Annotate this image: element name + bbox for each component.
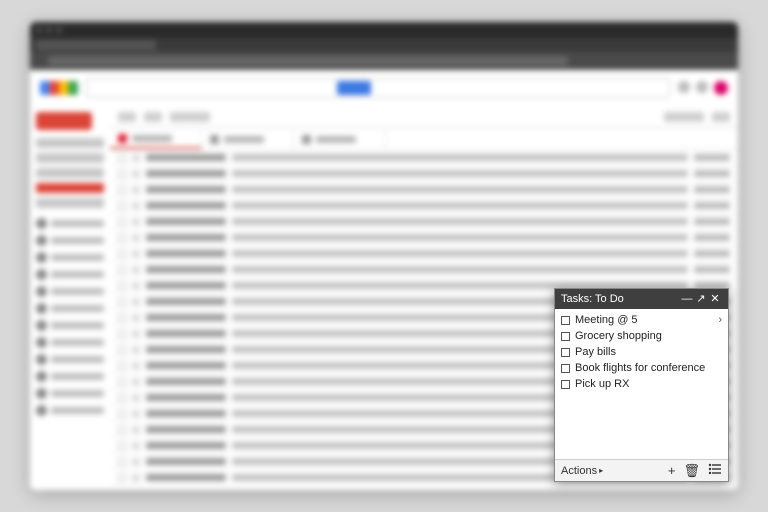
task-checkbox[interactable] (561, 316, 570, 325)
delete-task-icon[interactable]: 🗑 (683, 463, 700, 479)
tab-primary[interactable] (110, 129, 202, 149)
more-button[interactable] (170, 112, 210, 122)
mail-row[interactable] (110, 198, 738, 214)
task-checkbox[interactable] (561, 380, 570, 389)
task-checkbox[interactable] (561, 332, 570, 341)
mail-row[interactable] (110, 214, 738, 230)
task-item[interactable]: Pay bills (555, 344, 728, 360)
sidebar-item[interactable] (36, 153, 104, 163)
task-checkbox[interactable] (561, 348, 570, 357)
search-input[interactable] (86, 78, 670, 98)
tasks-title: Tasks: To Do (561, 293, 680, 305)
mail-row[interactable] (110, 486, 738, 490)
task-list-menu-icon[interactable] (708, 463, 722, 478)
gmail-header (30, 70, 738, 106)
task-label: Pay bills (575, 346, 722, 358)
select-checkbox[interactable] (118, 112, 136, 122)
settings-icon[interactable] (712, 112, 730, 122)
tab-promotions[interactable] (294, 129, 386, 149)
mail-row[interactable] (110, 166, 738, 182)
hangouts-list (36, 218, 104, 416)
mail-row[interactable] (110, 182, 738, 198)
task-item[interactable]: Meeting @ 5 › (555, 312, 728, 328)
task-label: Meeting @ 5 (575, 314, 713, 326)
avatar[interactable] (714, 81, 728, 95)
sidebar-item[interactable] (36, 168, 104, 178)
os-titlebar (30, 22, 738, 38)
compose-button[interactable] (36, 112, 92, 130)
task-item[interactable]: Book flights for conference (555, 360, 728, 376)
browser-tabbar (30, 38, 738, 52)
apps-icon[interactable] (678, 81, 690, 93)
task-label: Pick up RX (575, 378, 722, 390)
sidebar-item[interactable] (36, 183, 104, 193)
actions-label: Actions (561, 465, 597, 477)
refresh-button[interactable] (144, 112, 162, 122)
tab-social[interactable] (202, 129, 294, 149)
mail-row[interactable] (110, 246, 738, 262)
pager[interactable] (664, 112, 704, 122)
chevron-right-icon: ▸ (599, 466, 603, 475)
minimize-icon[interactable]: — (680, 294, 694, 305)
task-item[interactable]: Grocery shopping (555, 328, 728, 344)
task-label: Grocery shopping (575, 330, 722, 342)
sidebar (30, 106, 110, 490)
category-tabs (110, 128, 738, 150)
sidebar-item[interactable] (36, 198, 104, 208)
mail-row[interactable] (110, 150, 738, 166)
google-logo (40, 81, 78, 95)
sidebar-item[interactable] (36, 138, 104, 148)
tasks-list: Meeting @ 5 › Grocery shopping Pay bills Boo… (555, 309, 728, 459)
tasks-header[interactable]: Tasks: To Do — ↗ ✕ (555, 289, 728, 309)
add-task-icon[interactable]: + (668, 463, 676, 478)
mail-row[interactable] (110, 262, 738, 278)
tasks-popup: Tasks: To Do — ↗ ✕ Meeting @ 5 › Grocery s… (554, 288, 729, 482)
task-item[interactable]: Pick up RX (555, 376, 728, 392)
mail-toolbar (110, 106, 738, 128)
mail-row[interactable] (110, 230, 738, 246)
search-button[interactable] (337, 81, 371, 95)
notifications-icon[interactable] (696, 81, 708, 93)
actions-menu[interactable]: Actions ▸ (561, 465, 603, 477)
popout-icon[interactable]: ↗ (694, 294, 708, 305)
task-label: Book flights for conference (575, 362, 722, 374)
tasks-footer: Actions ▸ + 🗑 (555, 459, 728, 481)
browser-urlbar (30, 52, 738, 70)
chevron-right-icon[interactable]: › (718, 314, 722, 326)
task-checkbox[interactable] (561, 364, 570, 373)
close-icon[interactable]: ✕ (708, 294, 722, 305)
